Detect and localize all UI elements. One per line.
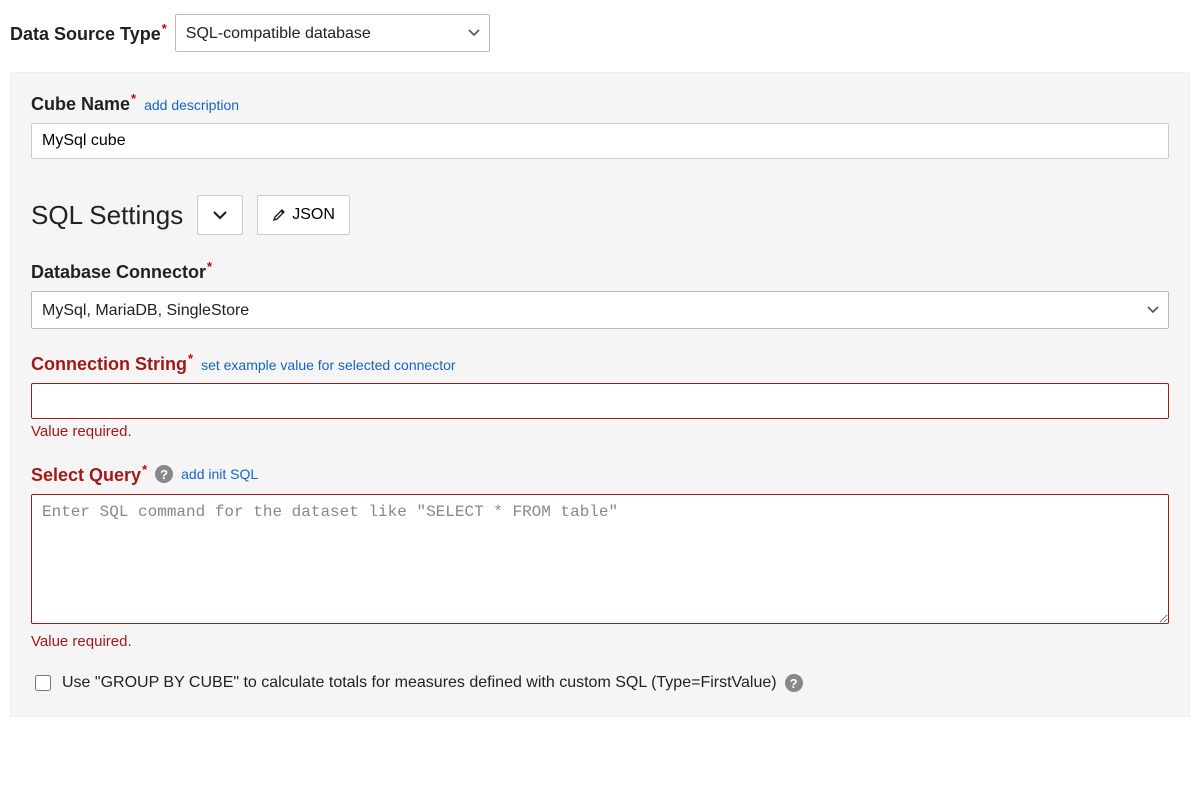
db-connector-select[interactable]: MySql, MariaDB, SingleStore	[31, 291, 1169, 329]
settings-panel: Cube Name* add description SQL Settings …	[10, 72, 1190, 717]
group-by-cube-checkbox[interactable]	[35, 675, 51, 691]
select-query-textarea[interactable]	[31, 494, 1169, 624]
data-source-type-label: Data Source Type*	[10, 21, 167, 45]
connection-string-label: Connection String*	[31, 351, 193, 375]
cube-name-label: Cube Name*	[31, 91, 136, 115]
help-icon[interactable]: ?	[155, 465, 173, 483]
add-init-sql-link[interactable]: add init SQL	[181, 466, 258, 482]
toggle-settings-button[interactable]	[197, 195, 243, 235]
db-connector-label: Database Connector*	[31, 259, 212, 283]
sql-settings-heading: SQL Settings	[31, 200, 183, 231]
select-query-label: Select Query*	[31, 462, 147, 486]
add-description-link[interactable]: add description	[144, 97, 239, 113]
chevron-down-icon	[212, 210, 228, 220]
select-query-error: Value required.	[31, 633, 1169, 650]
set-example-link[interactable]: set example value for selected connector	[201, 357, 455, 373]
json-button[interactable]: JSON	[257, 195, 350, 235]
connection-string-error: Value required.	[31, 423, 1169, 440]
required-asterisk: *	[162, 21, 167, 36]
pencil-icon	[272, 208, 286, 222]
data-source-type-select[interactable]: SQL-compatible database	[175, 14, 490, 52]
help-icon[interactable]: ?	[785, 674, 803, 692]
connection-string-input[interactable]	[31, 383, 1169, 419]
group-by-cube-label: Use "GROUP BY CUBE" to calculate totals …	[62, 674, 777, 692]
json-button-label: JSON	[292, 206, 335, 224]
cube-name-input[interactable]	[31, 123, 1169, 159]
